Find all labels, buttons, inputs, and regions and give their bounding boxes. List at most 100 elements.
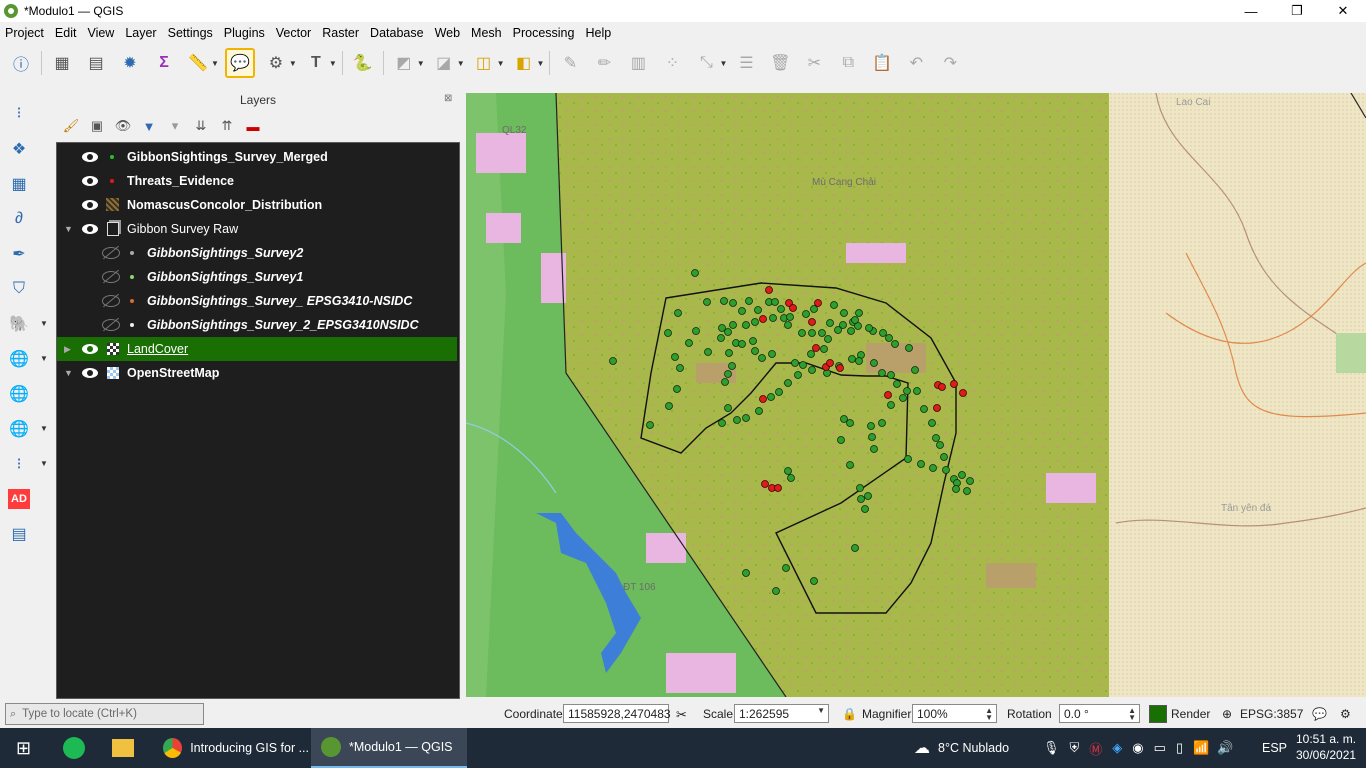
eye-hidden-icon[interactable] <box>102 271 120 283</box>
add-raster-layer-icon[interactable]: ❖ <box>6 136 32 162</box>
gibbon-sighting-point[interactable] <box>878 419 886 427</box>
gibbon-sighting-point[interactable] <box>703 298 711 306</box>
gibbon-sighting-point[interactable] <box>963 487 971 495</box>
layer-group-row[interactable]: ▼ OpenStreetMap <box>57 361 457 385</box>
chevron-down-icon[interactable]: ▼ <box>40 459 48 468</box>
gibbon-sighting-point[interactable] <box>847 327 855 335</box>
threat-evidence-point[interactable] <box>812 344 820 352</box>
gibbon-sighting-point[interactable] <box>824 335 832 343</box>
gibbon-sighting-point[interactable] <box>846 461 854 469</box>
menu-plugins[interactable]: Plugins <box>219 26 271 40</box>
gibbon-sighting-point[interactable] <box>851 544 859 552</box>
chevron-down-icon[interactable]: ▼ <box>817 707 825 715</box>
gibbon-sighting-point[interactable] <box>830 301 838 309</box>
chevron-down-icon[interactable]: ▼ <box>40 424 48 433</box>
gibbon-sighting-point[interactable] <box>868 433 876 441</box>
chevron-down-icon[interactable]: ▼ <box>64 368 73 378</box>
threat-evidence-point[interactable] <box>884 391 892 399</box>
gibbon-sighting-point[interactable] <box>905 344 913 352</box>
eye-hidden-icon[interactable] <box>102 247 120 259</box>
gibbon-sighting-point[interactable] <box>893 380 901 388</box>
gibbon-sighting-point[interactable] <box>929 464 937 472</box>
gibbon-sighting-point[interactable] <box>751 347 759 355</box>
chevron-down-icon[interactable]: ▼ <box>40 354 48 363</box>
modify-attributes-icon[interactable]: ☰ <box>733 50 759 76</box>
app-tray-icon[interactable]: ◈ <box>1112 740 1122 756</box>
layer-row[interactable]: NomascusConcolor_Distribution <box>57 193 457 217</box>
gibbon-sighting-point[interactable] <box>718 419 726 427</box>
gibbon-sighting-point[interactable] <box>917 460 925 468</box>
add-delimited-text-icon[interactable]: ∂ <box>6 206 32 232</box>
layer-row[interactable]: GibbonSightings_Survey2 <box>57 241 457 265</box>
gibbon-sighting-point[interactable] <box>720 297 728 305</box>
weather-widget[interactable]: ☁ 8°C Nublado <box>914 728 1009 768</box>
gibbon-sighting-point[interactable] <box>936 441 944 449</box>
gibbon-sighting-point[interactable] <box>771 298 779 306</box>
threat-evidence-point[interactable] <box>950 380 958 388</box>
menu-help[interactable]: Help <box>580 26 617 40</box>
gibbon-sighting-point[interactable] <box>840 309 848 317</box>
gibbon-sighting-point[interactable] <box>848 355 856 363</box>
gibbon-sighting-point[interactable] <box>728 362 736 370</box>
chevron-down-icon[interactable]: ▼ <box>211 59 219 68</box>
gibbon-sighting-point[interactable] <box>798 329 806 337</box>
add-wcs-layer-icon[interactable]: 🌐 ▼ <box>6 416 48 442</box>
layer-row[interactable]: GibbonSightings_Survey_2_EPSG3410NSIDC <box>57 313 457 337</box>
gibbon-sighting-point[interactable] <box>787 474 795 482</box>
eye-icon[interactable] <box>82 176 98 186</box>
gibbon-sighting-point[interactable] <box>784 467 792 475</box>
close-button[interactable]: ✕ <box>1320 0 1366 22</box>
copy-features-icon[interactable]: ⧉ <box>835 50 861 76</box>
paste-features-icon[interactable]: 📋 <box>869 50 895 76</box>
gibbon-sighting-point[interactable] <box>665 402 673 410</box>
select-features-icon[interactable]: ◧ <box>511 50 537 76</box>
gibbon-sighting-point[interactable] <box>671 353 679 361</box>
minimize-button[interactable]: — <box>1228 0 1274 22</box>
field-calculator-icon[interactable]: ▤ <box>83 50 109 76</box>
menu-edit[interactable]: Edit <box>50 26 83 40</box>
vertex-tool-icon[interactable]: ⤡ <box>693 50 719 76</box>
gibbon-sighting-point[interactable] <box>966 477 974 485</box>
crs-label[interactable]: EPSG:3857 <box>1240 707 1303 721</box>
gibbon-sighting-point[interactable] <box>878 369 886 377</box>
extents-toggle-icon[interactable]: ✂ <box>676 707 687 723</box>
gibbon-sighting-point[interactable] <box>767 393 775 401</box>
gibbon-sighting-point[interactable] <box>664 329 672 337</box>
restore-button[interactable]: ❐ <box>1274 0 1320 22</box>
threat-evidence-point[interactable] <box>765 286 773 294</box>
gibbon-sighting-point[interactable] <box>855 357 863 365</box>
gibbon-sighting-point[interactable] <box>870 359 878 367</box>
chevron-down-icon[interactable]: ▼ <box>457 59 465 68</box>
gibbon-sighting-point[interactable] <box>749 337 757 345</box>
gibbon-sighting-point[interactable] <box>755 407 763 415</box>
gibbon-sighting-point[interactable] <box>851 316 859 324</box>
lock-icon[interactable]: 🔒 <box>842 707 857 721</box>
gibbon-sighting-point[interactable] <box>609 357 617 365</box>
threat-evidence-point[interactable] <box>789 304 797 312</box>
chevron-right-icon[interactable]: ▶ <box>64 344 71 355</box>
gibbon-sighting-point[interactable] <box>772 587 780 595</box>
wifi-icon[interactable]: 📶 <box>1193 740 1209 756</box>
gibbon-sighting-point[interactable] <box>777 305 785 313</box>
gibbon-sighting-point[interactable] <box>742 321 750 329</box>
gibbon-sighting-point[interactable] <box>802 310 810 318</box>
gibbon-sighting-point[interactable] <box>867 422 875 430</box>
gibbon-sighting-point[interactable] <box>904 455 912 463</box>
menu-mesh[interactable]: Mesh <box>466 26 508 40</box>
map-tips-icon[interactable]: 💬 <box>224 48 255 78</box>
spinner-arrows-icon[interactable]: ▲ ▼ <box>1128 707 1136 722</box>
statistics-sigma-icon[interactable]: Σ <box>151 50 177 76</box>
new-temp-layer-icon[interactable]: ▤ <box>6 521 32 547</box>
gibbon-sighting-point[interactable] <box>899 394 907 402</box>
clock[interactable]: 10:51 a. m. 30/06/2021 <box>1296 731 1356 763</box>
gibbon-sighting-point[interactable] <box>870 445 878 453</box>
layer-group-row[interactable]: ▼ Gibbon Survey Raw <box>57 217 457 241</box>
menu-raster[interactable]: Raster <box>317 26 365 40</box>
menu-processing[interactable]: Processing <box>508 26 581 40</box>
chevron-down-icon[interactable]: ▼ <box>289 59 297 68</box>
manage-visibility-icon[interactable]: 👁 <box>112 118 134 134</box>
gibbon-sighting-point[interactable] <box>673 385 681 393</box>
menu-settings[interactable]: Settings <box>163 26 219 40</box>
layer-row[interactable]: GibbonSightings_Survey_ EPSG3410-NSIDC <box>57 289 457 313</box>
crs-globe-icon[interactable]: ⊕ <box>1222 707 1232 721</box>
